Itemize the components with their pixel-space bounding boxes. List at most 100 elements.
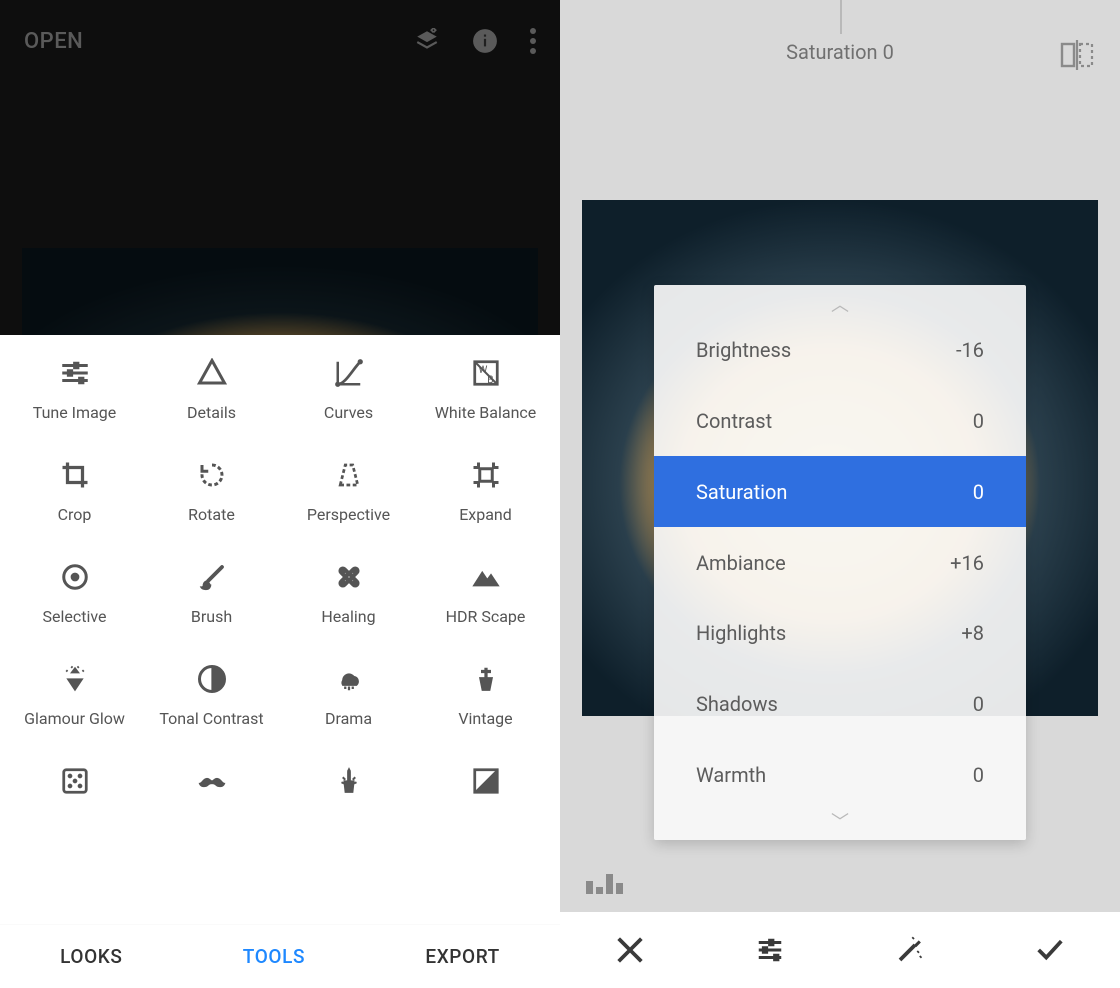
parameter-rows: Brightness -16 Contrast 0 Saturation 0 A…: [654, 315, 1026, 810]
param-row-saturation[interactable]: Saturation 0: [654, 456, 1026, 527]
bottom-tab-bar: LOOKS TOOLS EXPORT: [0, 924, 560, 988]
tool-grainy-film[interactable]: [6, 765, 143, 811]
tools-grid: Tune Image Details Curves WB White Balan…: [0, 357, 560, 811]
tool-brush[interactable]: Brush: [143, 561, 280, 627]
histogram-icon[interactable]: [586, 872, 624, 894]
healing-icon: [333, 561, 365, 593]
curves-icon: [333, 357, 365, 389]
tool-expand[interactable]: Expand: [417, 459, 554, 525]
tool-rotate[interactable]: Rotate: [143, 459, 280, 525]
param-name: Ambiance: [696, 551, 786, 575]
tab-export[interactable]: EXPORT: [425, 945, 499, 968]
compare-icon[interactable]: [1060, 40, 1094, 70]
param-value-text: 0: [883, 40, 894, 64]
black-white-icon: [470, 765, 502, 797]
param-name: Shadows: [696, 692, 778, 716]
tab-tools[interactable]: TOOLS: [243, 945, 305, 968]
tool-label: Brush: [185, 607, 238, 627]
param-name: Warmth: [696, 763, 766, 787]
tool-crop[interactable]: Crop: [6, 459, 143, 525]
drama-icon: [333, 663, 365, 695]
tool-perspective[interactable]: Perspective: [280, 459, 417, 525]
tool-healing[interactable]: Healing: [280, 561, 417, 627]
tool-details[interactable]: Details: [143, 357, 280, 423]
param-row-ambiance[interactable]: Ambiance +16: [654, 527, 1026, 598]
perspective-icon: [333, 459, 365, 491]
tool-selective[interactable]: Selective: [6, 561, 143, 627]
tool-vintage[interactable]: Vintage: [417, 663, 554, 729]
param-row-highlights[interactable]: Highlights +8: [654, 598, 1026, 669]
adjustment-header: Saturation 0: [560, 40, 1120, 64]
tool-hdr-scape[interactable]: HDR Scape: [417, 561, 554, 627]
param-name-text: Saturation: [786, 40, 877, 64]
rotate-icon: [196, 459, 228, 491]
more-menu-icon[interactable]: [530, 28, 536, 54]
open-button[interactable]: OPEN: [24, 29, 83, 54]
grainy-film-icon: [59, 765, 91, 797]
tool-label: Glamour Glow: [18, 709, 131, 729]
tool-white-balance[interactable]: WB White Balance: [417, 357, 554, 423]
param-row-shadows[interactable]: Shadows 0: [654, 669, 1026, 740]
param-row-warmth[interactable]: Warmth 0: [654, 739, 1026, 810]
tool-glamour-glow[interactable]: Glamour Glow: [6, 663, 143, 729]
tool-label: Expand: [453, 505, 518, 525]
param-value: 0: [973, 763, 984, 787]
vintage-icon: [470, 663, 502, 695]
tool-drama[interactable]: Drama: [280, 663, 417, 729]
tool-curves[interactable]: Curves: [280, 357, 417, 423]
parameter-selector-panel[interactable]: ︿ Brightness -16 Contrast 0 Saturation 0…: [654, 285, 1026, 840]
glamour-glow-icon: [59, 663, 91, 695]
param-row-contrast[interactable]: Contrast 0: [654, 386, 1026, 457]
retrolux-mustache-icon: [196, 765, 228, 797]
tool-label: Crop: [52, 505, 98, 525]
tool-label: Perspective: [301, 505, 396, 525]
hdr-landscape-icon: [470, 561, 502, 593]
param-value: 0: [973, 480, 984, 504]
apply-button[interactable]: [1033, 933, 1067, 967]
tool-tonal-contrast[interactable]: Tonal Contrast: [143, 663, 280, 729]
tool-label: Healing: [315, 607, 381, 627]
chevron-up-icon: ︿: [654, 291, 1026, 317]
param-value: -16: [956, 338, 984, 362]
auto-adjust-button[interactable]: [893, 933, 927, 967]
editor-bottom-bar: [560, 912, 1120, 988]
crop-icon: [59, 459, 91, 491]
tool-label: Tune Image: [27, 403, 122, 423]
expand-icon: [470, 459, 502, 491]
param-name: Brightness: [696, 338, 791, 362]
adjust-sliders-button[interactable]: [753, 933, 787, 967]
right-screen: Saturation 0 ︿ Brightness -16 Contrast 0…: [560, 0, 1120, 988]
brush-icon: [196, 561, 228, 593]
tool-grunge[interactable]: [280, 765, 417, 811]
details-icon: [196, 357, 228, 389]
svg-text:W: W: [478, 365, 487, 376]
tonal-contrast-icon: [196, 663, 228, 695]
param-name: Contrast: [696, 409, 772, 433]
edit-stack-icon[interactable]: [414, 28, 440, 54]
tool-label: Vintage: [452, 709, 518, 729]
editor-photo-canvas[interactable]: ︿ Brightness -16 Contrast 0 Saturation 0…: [582, 200, 1098, 716]
image-info-icon[interactable]: [472, 28, 498, 54]
tool-label: Drama: [319, 709, 378, 729]
tune-icon: [59, 357, 91, 389]
svg-text:B: B: [487, 375, 493, 386]
app-header: OPEN: [0, 0, 560, 82]
tools-bottom-sheet: Tune Image Details Curves WB White Balan…: [0, 335, 560, 924]
param-row-brightness[interactable]: Brightness -16: [654, 315, 1026, 386]
left-upper-dimmed-area: OPEN: [0, 0, 560, 335]
tool-retrolux[interactable]: [143, 765, 280, 811]
tool-label: Details: [181, 403, 242, 423]
tool-label: White Balance: [429, 403, 543, 423]
cancel-button[interactable]: [613, 933, 647, 967]
tab-looks[interactable]: LOOKS: [60, 945, 122, 968]
tool-label: Tonal Contrast: [153, 709, 269, 729]
grunge-guitar-icon: [333, 765, 365, 797]
tool-tune-image[interactable]: Tune Image: [6, 357, 143, 423]
tool-black-white[interactable]: [417, 765, 554, 811]
left-screen: OPEN Tune Image Details: [0, 0, 560, 988]
header-icons: [414, 28, 536, 54]
param-name: Saturation: [696, 480, 787, 504]
current-param-label: Saturation 0: [786, 40, 894, 64]
selective-icon: [59, 561, 91, 593]
tool-label: Curves: [318, 403, 379, 423]
